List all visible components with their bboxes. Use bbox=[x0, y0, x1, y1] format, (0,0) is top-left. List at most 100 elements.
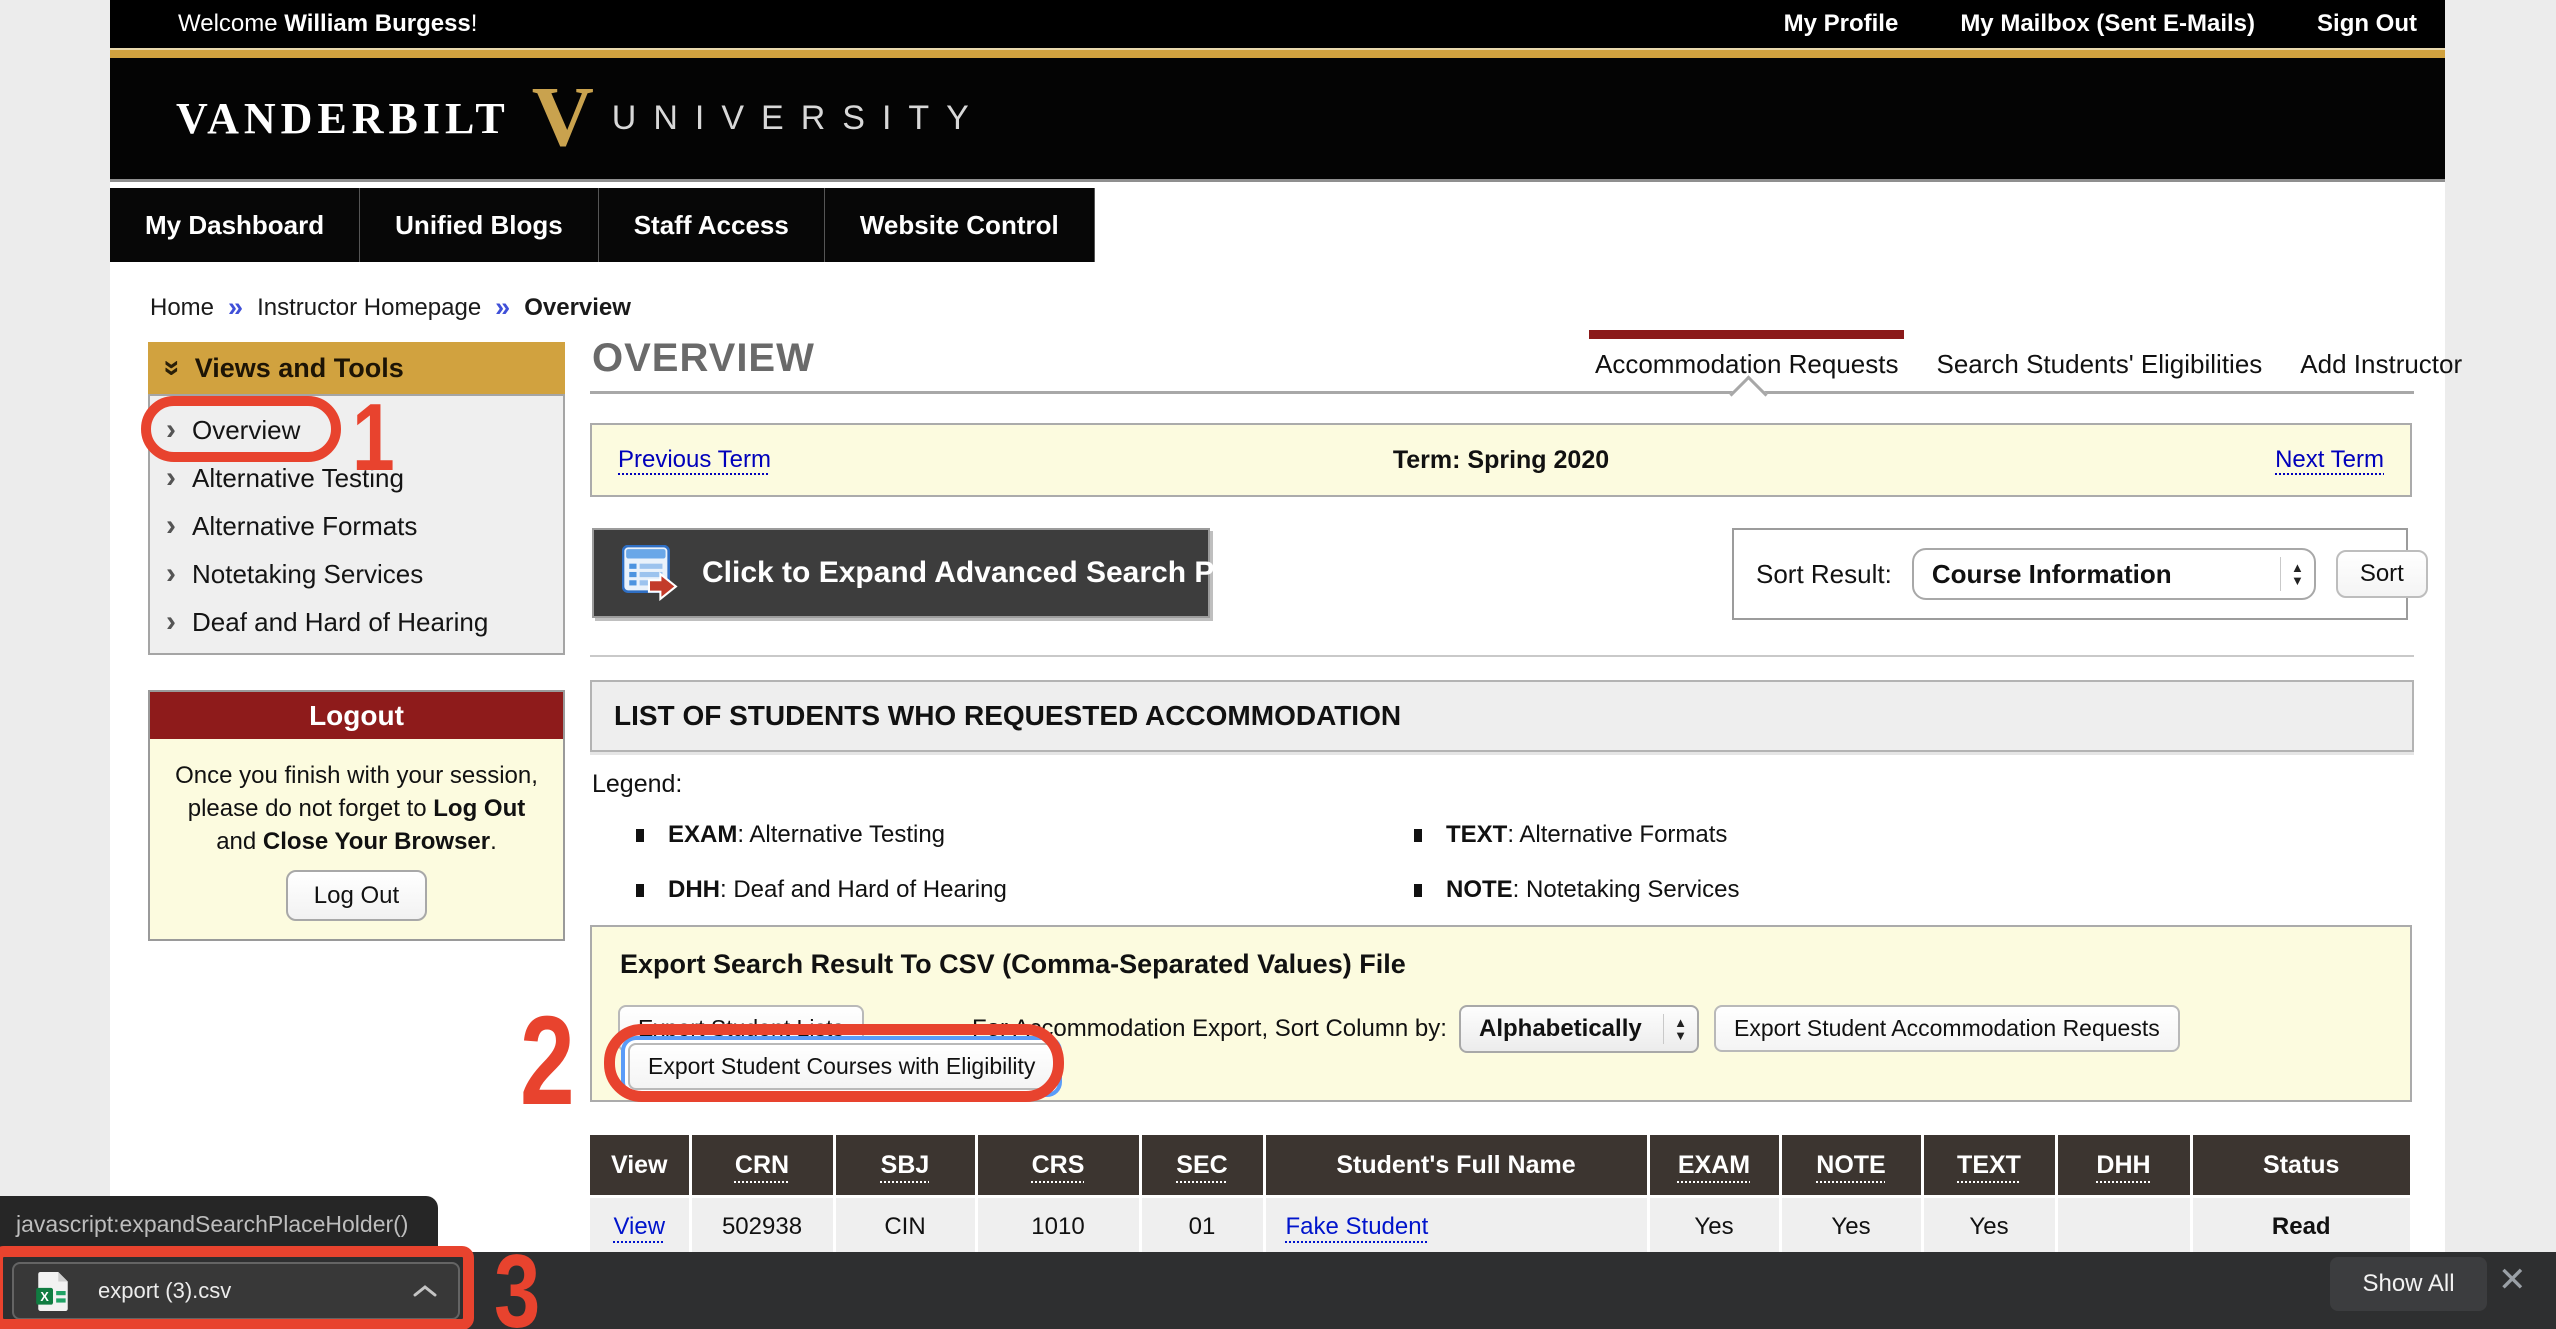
sidebar-item-label: Deaf and Hard of Hearing bbox=[192, 607, 488, 637]
export-sort-value: Alphabetically bbox=[1461, 1015, 1663, 1043]
section-divider bbox=[590, 655, 2414, 657]
log-out-button[interactable]: Log Out bbox=[286, 870, 427, 921]
tabs-underline bbox=[590, 391, 2414, 394]
user-name: William Burgess bbox=[284, 10, 471, 37]
nav-my-dashboard[interactable]: My Dashboard bbox=[110, 188, 360, 262]
legend-label: Legend: bbox=[592, 770, 2414, 799]
logo-wordmark-right: UNIVERSITY bbox=[612, 99, 986, 138]
list-section-header: LIST OF STUDENTS WHO REQUESTED ACCOMMODA… bbox=[590, 680, 2414, 752]
welcome-suffix: ! bbox=[471, 10, 478, 37]
col-view: View bbox=[590, 1135, 690, 1197]
chevron-right-icon: › bbox=[166, 461, 176, 494]
logout-line3-period: . bbox=[490, 828, 497, 855]
col-crn[interactable]: CRN bbox=[690, 1135, 834, 1197]
cell-dhh bbox=[2056, 1197, 2191, 1257]
cell-sec: 01 bbox=[1140, 1197, 1264, 1257]
sort-button[interactable]: Sort bbox=[2336, 550, 2428, 598]
results-table: View CRN SBJ CRS SEC Student's Full Name… bbox=[590, 1135, 2410, 1256]
col-student-name: Student's Full Name bbox=[1264, 1135, 1648, 1197]
logout-text-line2: please do not forget to Log Out bbox=[156, 792, 557, 825]
tab-search-students-eligibilities[interactable]: Search Students' Eligibilities bbox=[1936, 349, 2262, 380]
previous-term-link[interactable]: Previous Term bbox=[618, 446, 771, 473]
university-header: VANDERBILT V UNIVERSITY bbox=[110, 58, 2445, 179]
legend-item-exam: EXAM: Alternative Testing bbox=[636, 821, 1414, 849]
sign-out-link[interactable]: Sign Out bbox=[2317, 10, 2417, 38]
breadcrumb: Home » Instructor Homepage » Overview bbox=[150, 292, 631, 323]
logout-text-line1: Once you finish with your session, bbox=[156, 759, 557, 792]
logout-line3-bold: Close Your Browser bbox=[263, 828, 490, 855]
logout-panel: Logout Once you finish with your session… bbox=[148, 690, 565, 941]
legend-item-dhh: DHH: Deaf and Hard of Hearing bbox=[636, 876, 1414, 904]
annotation-number-3: 3 bbox=[494, 1240, 540, 1329]
account-links: My Profile My Mailbox (Sent E-Mails) Sig… bbox=[1784, 10, 2445, 38]
sidebar-item-alternative-formats[interactable]: › Alternative Formats bbox=[150, 502, 563, 550]
sort-select-value: Course Information bbox=[1914, 559, 2280, 590]
chevron-right-icon: › bbox=[166, 509, 176, 542]
cell-note: Yes bbox=[1780, 1197, 1922, 1257]
bullet-icon bbox=[636, 829, 644, 842]
nav-unified-blogs[interactable]: Unified Blogs bbox=[360, 188, 599, 262]
breadcrumb-instructor-homepage[interactable]: Instructor Homepage bbox=[257, 294, 481, 322]
annotation-rect-step3 bbox=[0, 1246, 474, 1329]
my-profile-link[interactable]: My Profile bbox=[1784, 10, 1899, 38]
view-link[interactable]: View bbox=[613, 1213, 665, 1240]
annotation-number-1: 1 bbox=[352, 390, 395, 486]
main-nav: My Dashboard Unified Blogs Staff Access … bbox=[110, 188, 1095, 262]
tab-add-instructor[interactable]: Add Instructor bbox=[2300, 349, 2462, 380]
cell-text: Yes bbox=[1922, 1197, 2056, 1257]
logout-line2-text: please do not forget to bbox=[188, 795, 434, 822]
select-stepper-icon: ▲▼ bbox=[2280, 557, 2314, 591]
cell-sbj: CIN bbox=[834, 1197, 976, 1257]
logout-panel-body: Once you finish with your session, pleas… bbox=[150, 739, 563, 939]
table-header-row: View CRN SBJ CRS SEC Student's Full Name… bbox=[590, 1135, 2410, 1197]
welcome-bar: Welcome William Burgess! My Profile My M… bbox=[110, 0, 2445, 48]
bullet-icon bbox=[636, 884, 644, 897]
legend: Legend: EXAM: Alternative Testing TEXT: … bbox=[592, 770, 2414, 904]
chevron-right-icon: › bbox=[166, 557, 176, 590]
sidebar-item-label: Notetaking Services bbox=[192, 559, 423, 589]
export-panel-title: Export Search Result To CSV (Comma-Separ… bbox=[620, 949, 1406, 980]
my-mailbox-link[interactable]: My Mailbox (Sent E-Mails) bbox=[1960, 10, 2255, 38]
col-note[interactable]: NOTE bbox=[1780, 1135, 1922, 1197]
page-title: OVERVIEW bbox=[592, 336, 815, 381]
legend-item-text: TEXT: Alternative Formats bbox=[1414, 821, 2414, 849]
vanderbilt-logo: VANDERBILT V UNIVERSITY bbox=[176, 73, 986, 165]
breadcrumb-separator-icon: » bbox=[495, 292, 510, 323]
col-dhh[interactable]: DHH bbox=[2056, 1135, 2191, 1197]
view-tabs: Accommodation Requests Search Students' … bbox=[1595, 349, 2462, 380]
legend-grid: EXAM: Alternative Testing TEXT: Alternat… bbox=[592, 821, 2414, 904]
welcome-message: Welcome William Burgess! bbox=[110, 10, 477, 38]
cell-crn: 502938 bbox=[690, 1197, 834, 1257]
close-shelf-icon[interactable]: ✕ bbox=[2498, 1260, 2527, 1300]
double-chevron-icon: » bbox=[155, 360, 189, 377]
expand-advanced-search-button[interactable]: Click to Expand Advanced Search Panel bbox=[592, 528, 1210, 618]
col-text[interactable]: TEXT bbox=[1922, 1135, 2056, 1197]
export-sort-select[interactable]: Alphabetically ▲▼ bbox=[1459, 1005, 1699, 1053]
nav-staff-access[interactable]: Staff Access bbox=[599, 188, 825, 262]
breadcrumb-separator-icon: » bbox=[228, 292, 243, 323]
student-name-link[interactable]: Fake Student bbox=[1286, 1213, 1429, 1240]
status-url-text: javascript:expandSearchPlaceHolder() bbox=[16, 1211, 408, 1238]
nav-website-control[interactable]: Website Control bbox=[825, 188, 1095, 262]
export-accommodation-requests-button[interactable]: Export Student Accommodation Requests bbox=[1714, 1005, 2180, 1052]
col-exam[interactable]: EXAM bbox=[1648, 1135, 1780, 1197]
browser-status-bubble: javascript:expandSearchPlaceHolder() bbox=[0, 1196, 438, 1252]
sidebar-item-label: Alternative Formats bbox=[192, 511, 417, 541]
sort-result-box: Sort Result: Course Information ▲▼ Sort bbox=[1732, 528, 2408, 620]
cell-crs: 1010 bbox=[976, 1197, 1140, 1257]
status-badge: Read bbox=[2191, 1197, 2410, 1257]
table-row: View 502938 CIN 1010 01 Fake Student Yes… bbox=[590, 1197, 2410, 1257]
next-term-link[interactable]: Next Term bbox=[2275, 446, 2384, 473]
col-sec[interactable]: SEC bbox=[1140, 1135, 1264, 1197]
logout-line3-text: and bbox=[216, 828, 263, 855]
vanderbilt-v-icon: V bbox=[532, 73, 594, 159]
breadcrumb-current: Overview bbox=[524, 294, 631, 322]
sort-column-select[interactable]: Course Information ▲▼ bbox=[1912, 548, 2316, 600]
col-sbj[interactable]: SBJ bbox=[834, 1135, 976, 1197]
show-all-downloads-button[interactable]: Show All bbox=[2330, 1257, 2487, 1311]
chevron-right-icon: › bbox=[166, 605, 176, 638]
col-crs[interactable]: CRS bbox=[976, 1135, 1140, 1197]
sidebar-item-notetaking-services[interactable]: › Notetaking Services bbox=[150, 550, 563, 598]
breadcrumb-home[interactable]: Home bbox=[150, 294, 214, 322]
sidebar-item-deaf-hard-of-hearing[interactable]: › Deaf and Hard of Hearing bbox=[150, 598, 563, 646]
